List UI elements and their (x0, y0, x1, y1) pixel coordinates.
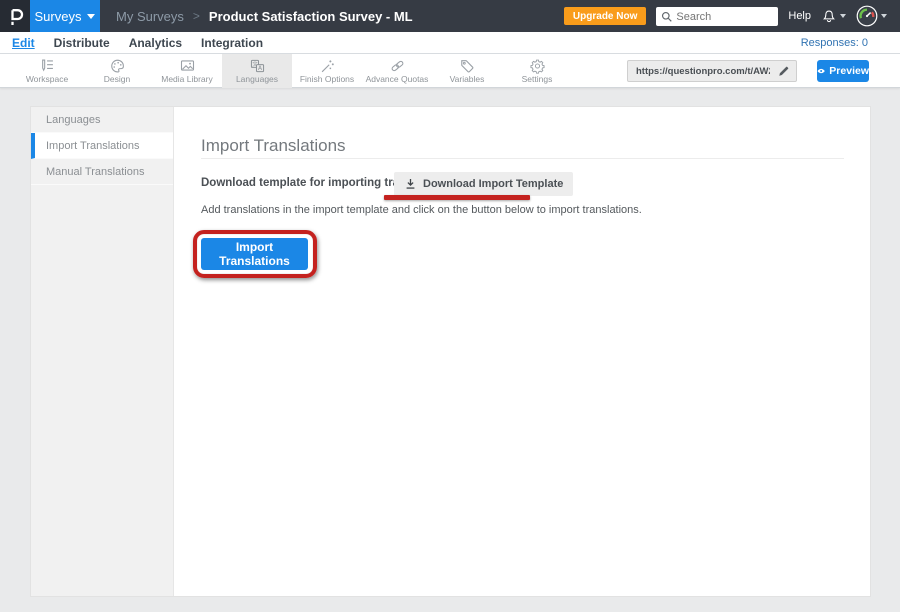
top-bar: Surveys My Surveys > Product Satisfactio… (0, 0, 900, 32)
toolbar-item-design[interactable]: Design (82, 54, 152, 88)
sidebar-item-languages[interactable]: Languages (31, 107, 173, 133)
page-title: Import Translations (201, 136, 346, 156)
notifications-menu[interactable] (821, 8, 846, 25)
sidebar-item-label: Manual Translations (46, 166, 144, 178)
eye-icon (817, 66, 825, 76)
help-link[interactable]: Help (788, 10, 811, 22)
import-translations-section: Import Translations Download template fo… (174, 107, 870, 596)
sidebar-item-import-translations[interactable]: Import Translations (31, 133, 173, 159)
languages-panel: Languages Import Translations Manual Tra… (30, 106, 871, 597)
topbar-right-cluster: Upgrade Now Help (564, 5, 900, 27)
global-search (656, 7, 778, 26)
download-import-template-button[interactable]: Download Import Template (394, 172, 573, 196)
languages-icon: 文A (249, 59, 266, 73)
sidebar-item-label: Languages (46, 114, 100, 126)
account-menu[interactable] (856, 5, 887, 27)
chevron-down-icon (881, 14, 887, 18)
toolbar-item-workspace[interactable]: Workspace (12, 54, 82, 88)
design-palette-icon (109, 59, 126, 73)
toolbar-item-label: Languages (236, 74, 278, 84)
pencil-icon (778, 65, 790, 77)
edit-toolbar: Workspace Design Media Library 文A Langua… (0, 54, 900, 88)
import-translations-button[interactable]: Import Translations (201, 238, 308, 270)
download-button-label: Download Import Template (423, 178, 563, 190)
edit-url-button[interactable] (772, 61, 796, 81)
toolbar-item-label: Finish Options (300, 74, 354, 84)
tab-integration[interactable]: Integration (201, 36, 263, 50)
chevron-down-icon (87, 14, 95, 19)
tab-analytics[interactable]: Analytics (129, 36, 182, 50)
toolbar-item-label: Design (104, 74, 130, 84)
download-icon (404, 177, 417, 191)
toolbar-item-languages[interactable]: 文A Languages (222, 54, 292, 88)
preview-button[interactable]: Preview (817, 60, 869, 82)
survey-url-input[interactable] (628, 66, 772, 77)
tab-edit[interactable]: Edit (12, 36, 35, 50)
instruction-text: Add translations in the import template … (201, 204, 642, 216)
responses-count[interactable]: Responses: 0 (801, 37, 900, 49)
annotation-underline (384, 195, 530, 200)
questionpro-logo[interactable] (0, 0, 30, 32)
breadcrumb-my-surveys[interactable]: My Surveys (116, 9, 184, 24)
svg-text:A: A (258, 66, 262, 72)
workspace-icon (39, 59, 56, 73)
chevron-down-icon (840, 14, 846, 18)
toolbar-item-variables[interactable]: Variables (432, 54, 502, 88)
heading-divider (201, 158, 844, 159)
languages-sidebar: Languages Import Translations Manual Tra… (31, 107, 174, 596)
breadcrumb-separator: > (193, 9, 200, 23)
toolbar-item-label: Settings (522, 74, 553, 84)
sidebar-item-label: Import Translations (46, 140, 140, 152)
avatar-gauge-icon (856, 5, 878, 27)
search-icon (661, 10, 673, 28)
nav-tabs: Edit Distribute Analytics Integration (0, 36, 263, 50)
surveys-menu[interactable]: Surveys (30, 0, 100, 32)
questionpro-logo-icon (5, 4, 25, 28)
toolbar-item-label: Advance Quotas (366, 74, 429, 84)
chain-links-icon (389, 59, 406, 73)
toolbar-item-advance-quotas[interactable]: Advance Quotas (362, 54, 432, 88)
survey-url-box (627, 60, 797, 82)
tab-distribute[interactable]: Distribute (54, 36, 110, 50)
survey-title: Product Satisfaction Survey - ML (209, 9, 413, 24)
upgrade-now-button[interactable]: Upgrade Now (564, 7, 646, 25)
toolbar-item-media-library[interactable]: Media Library (152, 54, 222, 88)
toolbar-item-label: Workspace (26, 74, 68, 84)
toolbar-item-finish-options[interactable]: Finish Options (292, 54, 362, 88)
gear-icon (529, 59, 546, 73)
toolbar-item-label: Variables (450, 74, 485, 84)
tag-icon (459, 59, 476, 73)
toolbar-item-label: Media Library (161, 74, 213, 84)
magic-wand-icon (319, 59, 336, 73)
toolbar-item-settings[interactable]: Settings (502, 54, 572, 88)
surveys-menu-label: Surveys (35, 9, 82, 24)
media-library-icon (179, 59, 196, 73)
bell-icon (821, 8, 837, 25)
questionpro-app: Surveys My Surveys > Product Satisfactio… (0, 0, 900, 612)
survey-nav: Edit Distribute Analytics Integration Re… (0, 32, 900, 54)
preview-button-label: Preview (829, 65, 869, 77)
search-input[interactable] (656, 7, 778, 26)
sidebar-item-manual-translations[interactable]: Manual Translations (31, 159, 173, 185)
